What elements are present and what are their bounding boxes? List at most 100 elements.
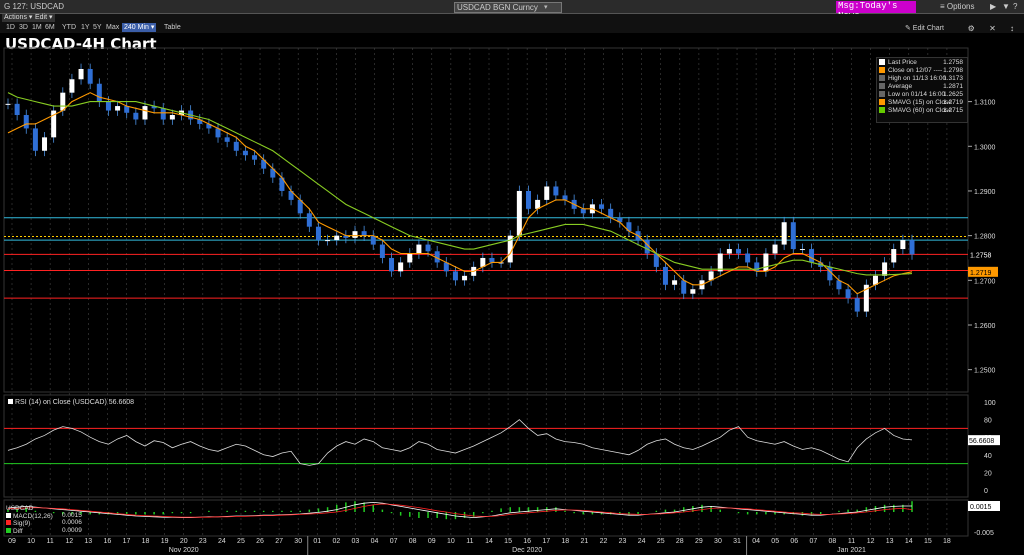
- candle-body: [169, 115, 175, 120]
- candle-body: [315, 226, 321, 241]
- x-tick-label: 29: [695, 538, 703, 545]
- x-tick-label: 23: [199, 538, 207, 545]
- candle-body: [544, 186, 550, 200]
- legend-swatch: [879, 107, 885, 114]
- legend-value: 1.2871: [943, 83, 963, 90]
- candle-body: [14, 103, 20, 116]
- candle-body: [736, 249, 742, 254]
- x-tick-label: 16: [523, 538, 531, 545]
- legend-item: Close on 12/07 ---- 1.2798: [879, 67, 965, 75]
- candle-body: [489, 257, 495, 263]
- rsi-label-text: RSI (14) on Close (USDCAD) 56.6608: [15, 399, 135, 406]
- last-price-tag-text: 1.2758: [970, 252, 992, 259]
- month-label: Jan 2021: [837, 547, 866, 554]
- macd-panel: [3, 499, 969, 537]
- legend-label: Average: [888, 83, 913, 90]
- macd-legend: USDCAD MACD(12,26) 0.0015 Sig(9) 0.0006 Diff…: [6, 505, 82, 536]
- macd-swatch: [6, 527, 11, 533]
- x-tick-label: 24: [638, 538, 646, 545]
- candle-body: [599, 204, 605, 209]
- y-tick-label: 1.2600: [974, 323, 996, 330]
- candle-body: [845, 289, 851, 299]
- x-tick-label: 12: [65, 538, 73, 545]
- candle-body: [772, 244, 778, 254]
- candle-body: [105, 101, 111, 111]
- legend-swatch: [879, 83, 885, 90]
- candle-body: [425, 244, 431, 252]
- candle-body: [133, 112, 139, 120]
- rsi-tag-text: 56.6608: [969, 438, 994, 445]
- x-tick-label: 26: [256, 538, 264, 545]
- legend-swatch: [879, 91, 885, 98]
- candle-body: [325, 240, 331, 242]
- candle-body: [69, 79, 75, 93]
- candle-body: [78, 68, 84, 80]
- candle-body: [909, 240, 915, 255]
- legend-item: SMAVG (15) on Close 1.2719: [879, 99, 965, 107]
- macd-legend-row: Diff 0.0009: [6, 527, 82, 536]
- legend-swatch: [879, 67, 885, 74]
- candle-body: [361, 231, 367, 236]
- macd-legend-value: 0.0006: [62, 519, 82, 526]
- candle-body: [42, 137, 48, 151]
- x-tick-label: 31: [733, 538, 741, 545]
- legend-swatch: [879, 75, 885, 82]
- macd-legend-label: MACD(12,26): [13, 512, 53, 520]
- x-tick-label: 17: [123, 538, 131, 545]
- x-tick-label: 05: [771, 538, 779, 545]
- x-tick-label: 13: [886, 538, 894, 545]
- candle-body: [233, 141, 239, 151]
- x-tick-label: 16: [104, 538, 112, 545]
- legend-value: 1.2715: [943, 107, 963, 114]
- legend-value: 1.2798: [943, 67, 963, 74]
- x-tick-label: 17: [542, 538, 550, 545]
- candle-body: [224, 137, 230, 142]
- candle-body: [562, 195, 568, 200]
- candle-body: [252, 155, 258, 160]
- x-tick-label: 22: [600, 538, 608, 545]
- rsi-tick-label: 40: [984, 453, 992, 460]
- candle-body: [462, 275, 468, 281]
- macd-legend-label: Diff: [13, 527, 23, 535]
- x-tick-label: 21: [581, 538, 589, 545]
- candle-body: [142, 106, 148, 120]
- rsi-swatch: [8, 399, 13, 404]
- legend-value: 1.2758: [943, 59, 963, 66]
- candle-body: [87, 68, 93, 84]
- y-tick-label: 1.2500: [974, 368, 996, 375]
- candle-body: [379, 244, 385, 258]
- x-tick-label: 07: [390, 538, 398, 545]
- x-tick-label: 18: [943, 538, 951, 545]
- candle-body: [781, 222, 787, 245]
- x-tick-label: 01: [313, 538, 321, 545]
- x-tick-label: 18: [561, 538, 569, 545]
- legend-item: Last Price 1.2758: [879, 59, 965, 67]
- candle-body: [799, 249, 805, 251]
- x-tick-label: 06: [790, 538, 798, 545]
- legend-swatch: [879, 59, 885, 66]
- candle-body: [407, 253, 413, 263]
- candle-body: [745, 253, 751, 263]
- x-tick-label: 20: [180, 538, 188, 545]
- candle-body: [553, 186, 559, 196]
- x-tick-label: 25: [237, 538, 245, 545]
- x-tick-label: 08: [409, 538, 417, 545]
- candle-body: [763, 253, 769, 272]
- macd-tag-text: 0.0015: [970, 504, 992, 511]
- rsi-panel: [3, 394, 969, 498]
- x-tick-label: 11: [47, 538, 54, 545]
- candle-body: [60, 92, 66, 111]
- x-tick-label: 09: [8, 538, 16, 545]
- legend-label: Close on 12/07 ----: [888, 67, 943, 74]
- candle-body: [690, 289, 696, 294]
- macd-legend-value: 0.0009: [62, 526, 82, 534]
- legend-value: 1.2719: [943, 99, 963, 106]
- x-tick-label: 04: [752, 538, 760, 545]
- macd-legend-row: MACD(12,26) 0.0015: [6, 512, 82, 521]
- legend-value: 1.3173: [943, 75, 963, 82]
- candle-body: [398, 262, 404, 272]
- x-tick-label: 28: [676, 538, 684, 545]
- sma15-line: [7, 92, 913, 295]
- y-tick-label: 1.2700: [974, 278, 996, 285]
- legend-item: Low on 01/14 16:00 1.2625: [879, 91, 965, 99]
